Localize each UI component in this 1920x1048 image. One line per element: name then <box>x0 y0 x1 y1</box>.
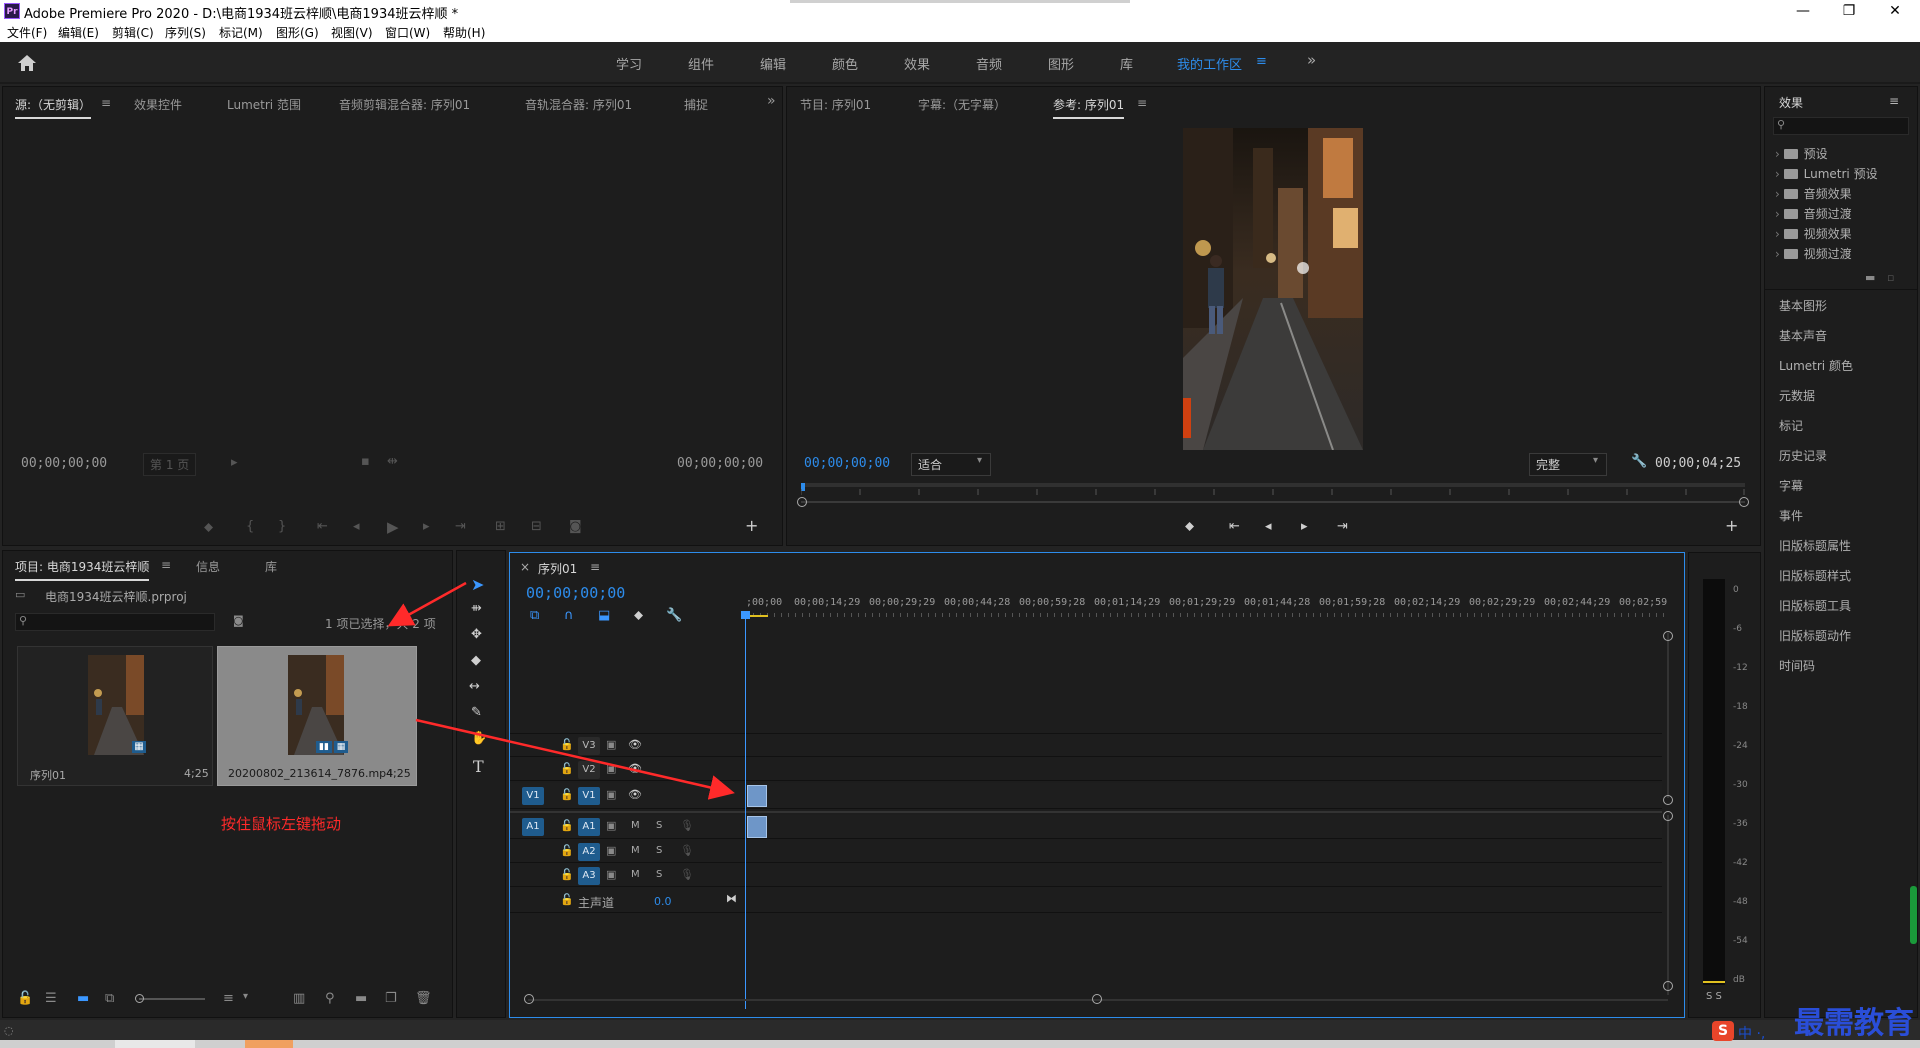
annotation-arrows <box>387 581 735 800</box>
